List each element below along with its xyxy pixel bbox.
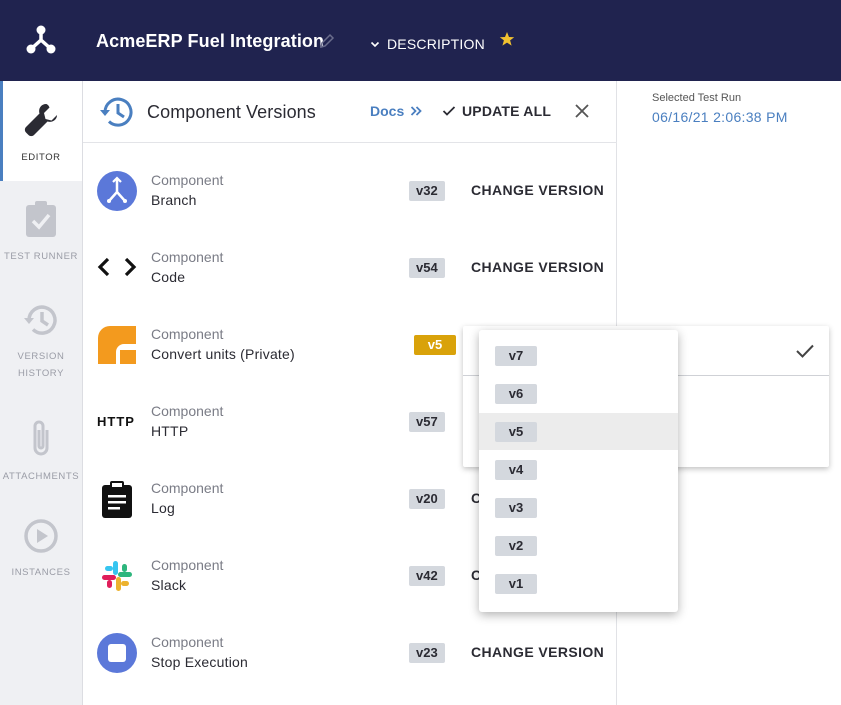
- update-all-label: UPDATE ALL: [462, 103, 552, 119]
- component-row: Component Stop Execution v23 CHANGE VERS…: [83, 623, 617, 700]
- change-version-button[interactable]: CHANGE VERSION: [471, 182, 604, 198]
- component-name: HTTP: [151, 423, 189, 439]
- sidebar-item-instances[interactable]: INSTANCES: [0, 518, 82, 581]
- sidebar-active-indicator: [0, 81, 3, 181]
- sidebar-item-label: TEST RUNNER: [4, 251, 78, 262]
- version-badge: v57: [409, 412, 445, 432]
- history-icon: [24, 305, 57, 335]
- description-toggle-button[interactable]: DESCRIPTION: [369, 36, 485, 52]
- selected-test-run-value[interactable]: 06/16/21 2:06:38 PM: [652, 109, 788, 125]
- component-versions-history-icon: [100, 97, 133, 127]
- selected-test-run-label: Selected Test Run: [652, 92, 742, 104]
- version-option-v2[interactable]: v2: [479, 527, 678, 564]
- component-type-label: Component: [151, 634, 224, 650]
- component-type-label: Component: [151, 403, 224, 419]
- change-version-button[interactable]: CHANGE VERSION: [471, 259, 604, 275]
- branch-icon: [97, 171, 137, 211]
- docs-label: Docs: [370, 103, 405, 119]
- paperclip-icon: [33, 420, 49, 456]
- clipboard-check-icon: [26, 201, 56, 237]
- version-badge-active: v5: [414, 335, 456, 355]
- play-circle-icon: [24, 519, 58, 553]
- edit-pencil-icon[interactable]: [318, 32, 336, 50]
- component-name: Stop Execution: [151, 654, 248, 670]
- version-option-v6[interactable]: v6: [479, 375, 678, 412]
- check-icon: [442, 106, 456, 116]
- log-clipboard-icon: [102, 481, 132, 518]
- version-option-label: v2: [495, 536, 537, 556]
- favorite-star-icon[interactable]: [499, 31, 515, 47]
- component-name: Branch: [151, 192, 197, 208]
- version-option-label: v1: [495, 574, 537, 594]
- component-name: Slack: [151, 577, 187, 593]
- component-name: Convert units (Private): [151, 346, 295, 362]
- version-option-label: v6: [495, 384, 537, 404]
- convert-units-icon: [98, 326, 136, 364]
- component-type-label: Component: [151, 249, 224, 265]
- chevron-down-icon: [370, 41, 380, 48]
- sidebar-item-label: INSTANCES: [11, 567, 71, 578]
- description-label: DESCRIPTION: [387, 36, 485, 52]
- sidebar-item-editor[interactable]: EDITOR: [0, 81, 82, 181]
- version-option-label: v4: [495, 460, 537, 480]
- panel-title: Component Versions: [147, 102, 316, 122]
- sidebar-item-label: ATTACHMENTS: [2, 471, 80, 482]
- sidebar-item-version-history[interactable]: VERSION HISTORY: [0, 302, 82, 382]
- version-option-label: v3: [495, 498, 537, 518]
- component-type-label: Component: [151, 480, 224, 496]
- component-row: Component Branch v32 CHANGE VERSION: [83, 161, 617, 238]
- component-row: Component Code v54 CHANGE VERSION: [83, 238, 617, 315]
- update-all-button[interactable]: UPDATE ALL: [442, 103, 551, 119]
- component-name: Code: [151, 269, 186, 285]
- version-option-label: v5: [495, 422, 537, 442]
- app-header: AcmeERP Fuel Integration DESCRIPTION: [0, 0, 841, 81]
- version-badge: v54: [409, 258, 445, 278]
- code-icon: [97, 257, 137, 277]
- app-logo-icon[interactable]: [24, 22, 58, 56]
- sidebar-item-attachments[interactable]: ATTACHMENTS: [0, 418, 82, 485]
- version-option-v5[interactable]: v5: [479, 413, 678, 450]
- sidebar-item-test-runner[interactable]: TEST RUNNER: [0, 200, 82, 265]
- version-option-label: v7: [495, 346, 537, 366]
- change-version-button[interactable]: CHANGE VERSION: [471, 644, 604, 660]
- sidebar-item-label: VERSION HISTORY: [17, 351, 65, 379]
- docs-link[interactable]: Docs: [370, 103, 423, 119]
- version-option-v3[interactable]: v3: [479, 489, 678, 526]
- version-option-v4[interactable]: v4: [479, 451, 678, 488]
- component-name: Log: [151, 500, 175, 516]
- version-badge: v42: [409, 566, 445, 586]
- double-chevron-right-icon: [411, 106, 423, 116]
- version-badge: v32: [409, 181, 445, 201]
- http-icon: HTTP: [97, 414, 135, 429]
- panel-header: Component Versions Docs UPDATE ALL: [83, 81, 617, 143]
- slack-icon: [102, 561, 132, 591]
- component-type-label: Component: [151, 326, 224, 342]
- sidebar-item-label: EDITOR: [21, 152, 61, 163]
- version-badge: v20: [409, 489, 445, 509]
- component-type-label: Component: [151, 557, 224, 573]
- version-option-v1[interactable]: v1: [479, 565, 678, 602]
- close-icon[interactable]: [573, 102, 591, 120]
- stop-icon: [97, 633, 137, 673]
- version-dropdown-menu: v7 v6 v5 v4 v3 v2 v1: [479, 330, 678, 612]
- confirm-check-icon[interactable]: [795, 343, 815, 359]
- version-option-v7[interactable]: v7: [479, 337, 678, 374]
- version-badge: v23: [409, 643, 445, 663]
- component-type-label: Component: [151, 172, 224, 188]
- integration-title[interactable]: AcmeERP Fuel Integration: [96, 31, 324, 52]
- wrench-icon: [24, 104, 57, 137]
